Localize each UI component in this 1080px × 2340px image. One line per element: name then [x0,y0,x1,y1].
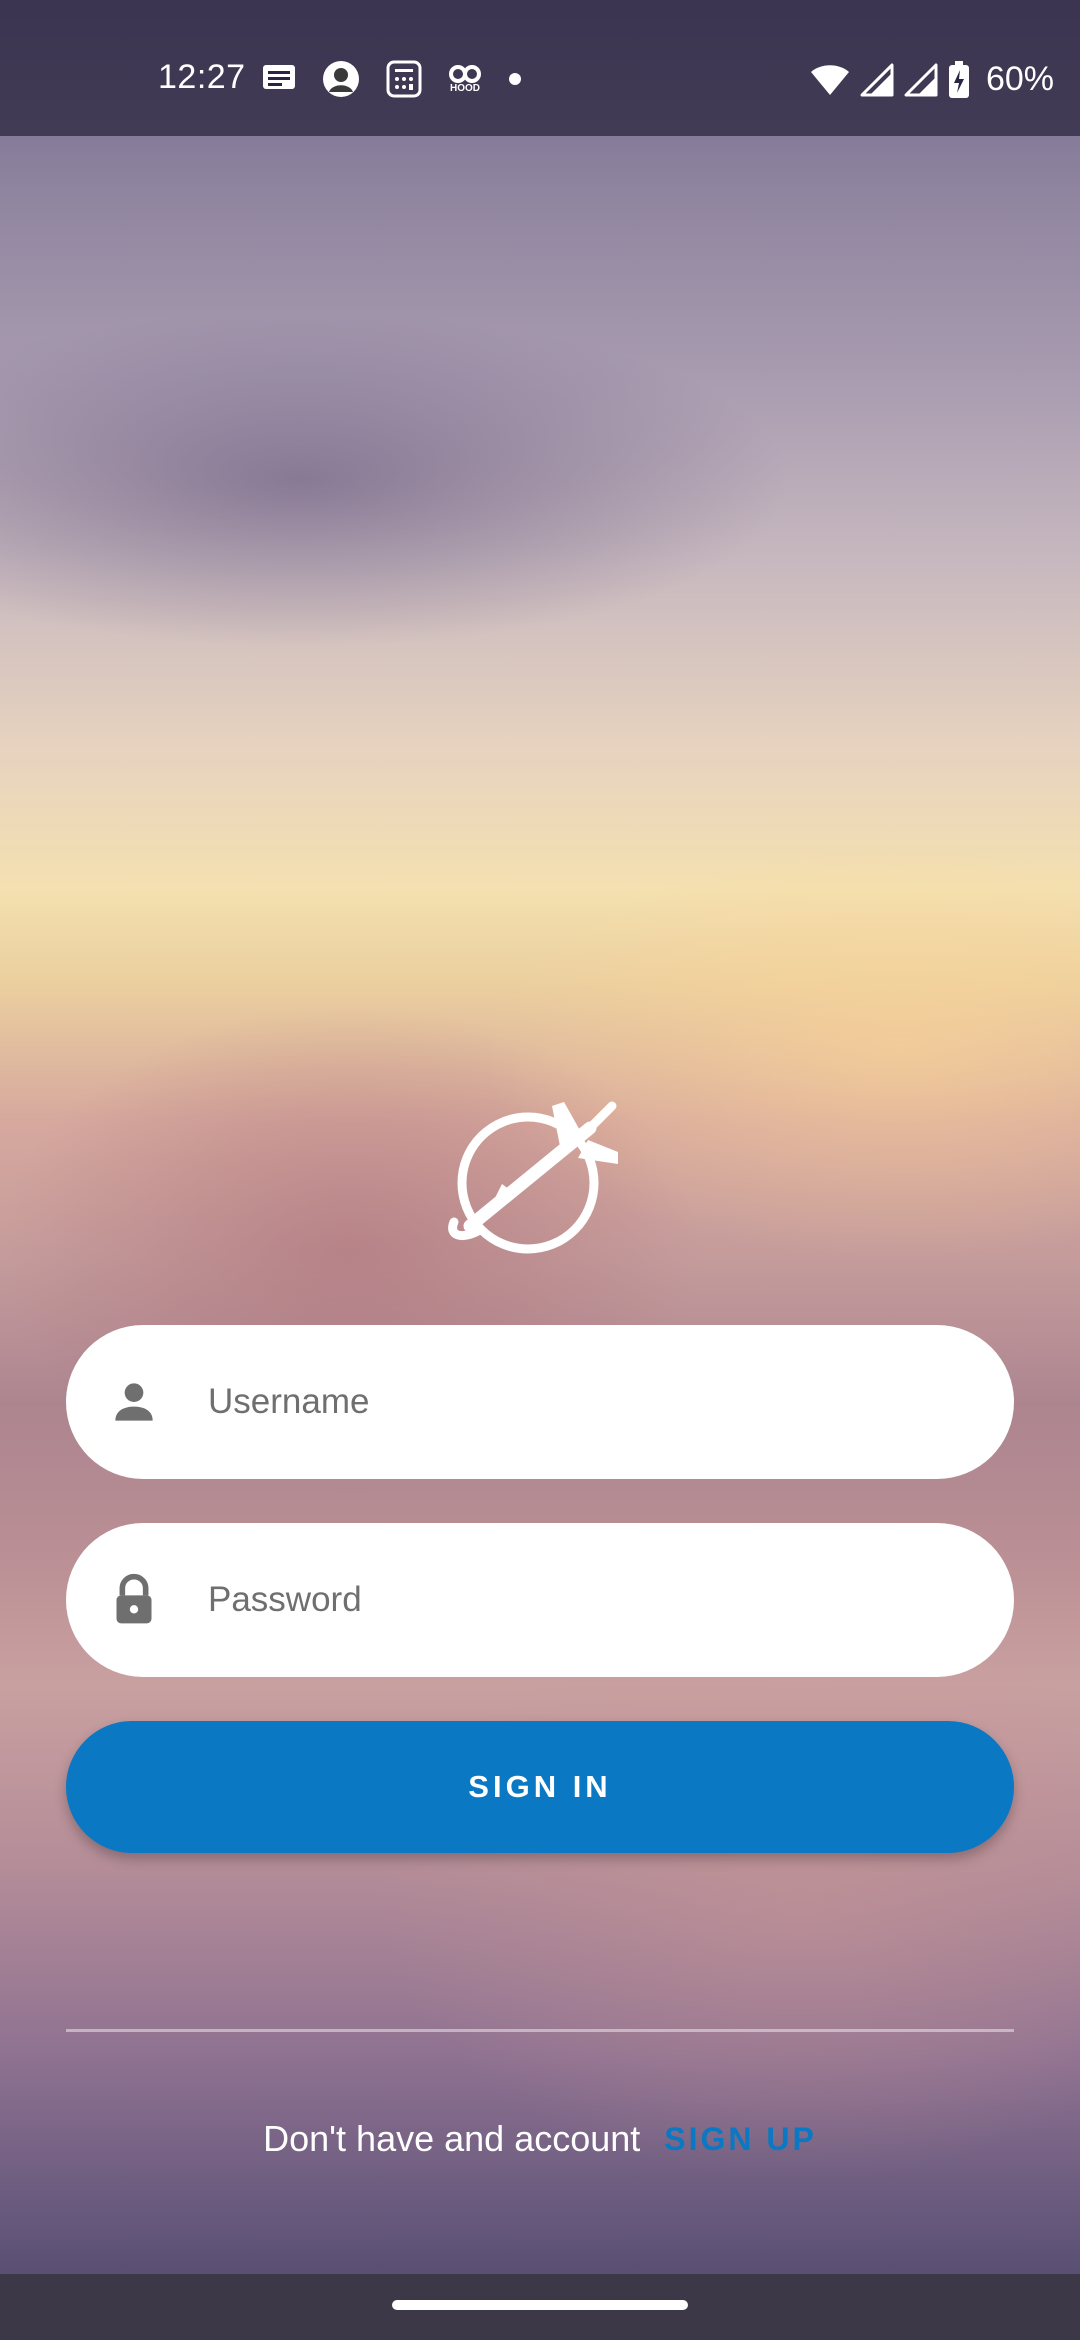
lock-icon [106,1572,162,1628]
login-screen: 12:27 HOOD 60% Username SIGN IN Don't ha… [0,0,1080,2340]
sign-up-link[interactable]: SIGN UP [664,2121,817,2158]
signup-prompt: Don't have and account SIGN UP [0,2118,1080,2160]
notification-icons: HOOD [262,60,522,98]
calculator-icon [386,60,422,98]
navigation-bar [0,2274,1080,2340]
person-icon [106,1374,162,1430]
sign-in-button[interactable]: SIGN IN [66,1721,1014,1853]
plane-globe-logo [440,1088,630,1258]
hood-label: HOOD [450,83,480,94]
hood-app-icon: HOOD [448,64,482,94]
message-icon [262,64,296,94]
system-icons: 60% [810,60,1054,99]
password-input[interactable] [208,1523,968,1677]
dot-icon [508,72,522,86]
username-field[interactable] [66,1325,1014,1479]
status-time: 12:27 [158,58,246,96]
username-input[interactable] [208,1325,968,1479]
password-field[interactable] [66,1523,1014,1677]
home-indicator[interactable] [392,2300,688,2310]
signal-icon [904,63,938,97]
wifi-icon [810,63,850,97]
signal-icon [860,63,894,97]
status-bar: 12:27 HOOD 60% [0,0,1080,136]
divider [66,2029,1014,2032]
signup-prompt-text: Don't have and account [263,2118,641,2159]
avatar-icon [322,60,360,98]
battery-percent: 60% [985,60,1054,98]
battery-charging-icon [948,60,970,99]
